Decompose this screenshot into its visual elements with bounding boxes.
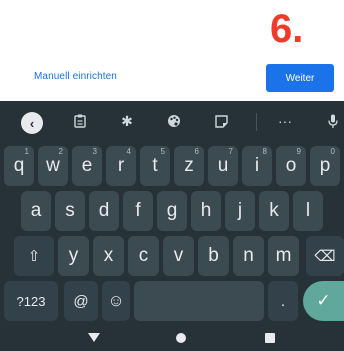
- at-key[interactable]: @: [64, 281, 98, 321]
- sticker-icon[interactable]: [211, 111, 231, 131]
- key-o[interactable]: o9: [276, 146, 306, 186]
- more-dots-icon[interactable]: ···: [275, 111, 295, 131]
- key-y[interactable]: y: [58, 236, 89, 276]
- key-number-hint: 2: [58, 147, 63, 156]
- key-d[interactable]: d: [89, 191, 119, 231]
- key-number-hint: 8: [262, 147, 267, 156]
- backspace-key[interactable]: ⌫: [306, 236, 344, 276]
- nav-home-icon[interactable]: [176, 333, 186, 343]
- key-r[interactable]: r4: [106, 146, 136, 186]
- key-label: q: [13, 155, 25, 176]
- system-navigation-bar: [0, 324, 344, 351]
- key-j[interactable]: j: [225, 191, 255, 231]
- microphone-icon[interactable]: [323, 111, 343, 131]
- key-m[interactable]: m: [268, 236, 299, 276]
- key-number-hint: 4: [126, 147, 131, 156]
- key-label: e: [81, 155, 93, 176]
- key-z[interactable]: z6: [174, 146, 204, 186]
- back-chevron-icon[interactable]: ‹: [21, 112, 43, 134]
- key-number-hint: 9: [296, 147, 301, 156]
- key-l[interactable]: l: [293, 191, 323, 231]
- key-b[interactable]: b: [198, 236, 229, 276]
- key-h[interactable]: h: [191, 191, 221, 231]
- key-u[interactable]: u7: [208, 146, 238, 186]
- symbols-key[interactable]: ?123: [4, 281, 58, 321]
- key-number-hint: 0: [330, 147, 335, 156]
- key-s[interactable]: s: [55, 191, 85, 231]
- key-label: r: [117, 155, 125, 176]
- settings-gear-icon[interactable]: ✱: [117, 111, 137, 131]
- key-label: o: [285, 155, 297, 176]
- key-label: z: [184, 155, 194, 176]
- space-bar[interactable]: [134, 281, 264, 321]
- keyboard-toolbar: ‹ ✱ ···: [0, 101, 344, 141]
- nav-back-icon[interactable]: [88, 333, 100, 342]
- key-a[interactable]: a: [21, 191, 51, 231]
- key-f[interactable]: f: [123, 191, 153, 231]
- key-q[interactable]: q1: [4, 146, 34, 186]
- key-i[interactable]: i8: [242, 146, 272, 186]
- key-label: i: [254, 155, 260, 176]
- key-number-hint: 6: [194, 147, 199, 156]
- period-key[interactable]: .: [268, 281, 298, 321]
- next-button[interactable]: Weiter: [266, 64, 334, 92]
- key-w[interactable]: w2: [38, 146, 68, 186]
- key-number-hint: 1: [24, 147, 29, 156]
- step-number-badge: 6.: [270, 7, 304, 51]
- key-number-hint: 7: [228, 147, 233, 156]
- key-number-hint: 3: [92, 147, 97, 156]
- palette-icon[interactable]: [164, 111, 184, 131]
- key-v[interactable]: v: [163, 236, 194, 276]
- key-e[interactable]: e3: [72, 146, 102, 186]
- key-label: p: [319, 155, 331, 176]
- nav-recents-icon[interactable]: [265, 333, 275, 343]
- enter-key[interactable]: ✓: [303, 281, 344, 321]
- key-x[interactable]: x: [93, 236, 124, 276]
- key-c[interactable]: c: [128, 236, 159, 276]
- key-label: u: [217, 155, 229, 176]
- key-k[interactable]: k: [259, 191, 289, 231]
- emoji-key[interactable]: ☺: [102, 281, 130, 321]
- key-p[interactable]: p0: [310, 146, 340, 186]
- toolbar-divider: [256, 113, 257, 131]
- onscreen-keyboard: ‹ ✱ ··· q1w2e3r4t5z6u7i8o9p0 asdfghjkl ⇧…: [0, 101, 344, 324]
- clipboard-icon[interactable]: [70, 111, 90, 131]
- key-label: w: [46, 155, 60, 176]
- key-number-hint: 5: [160, 147, 165, 156]
- manual-setup-link[interactable]: Manuell einrichten: [34, 71, 117, 82]
- key-n[interactable]: n: [233, 236, 264, 276]
- shift-key[interactable]: ⇧: [14, 236, 54, 276]
- key-label: t: [152, 155, 158, 176]
- key-t[interactable]: t5: [140, 146, 170, 186]
- key-g[interactable]: g: [157, 191, 187, 231]
